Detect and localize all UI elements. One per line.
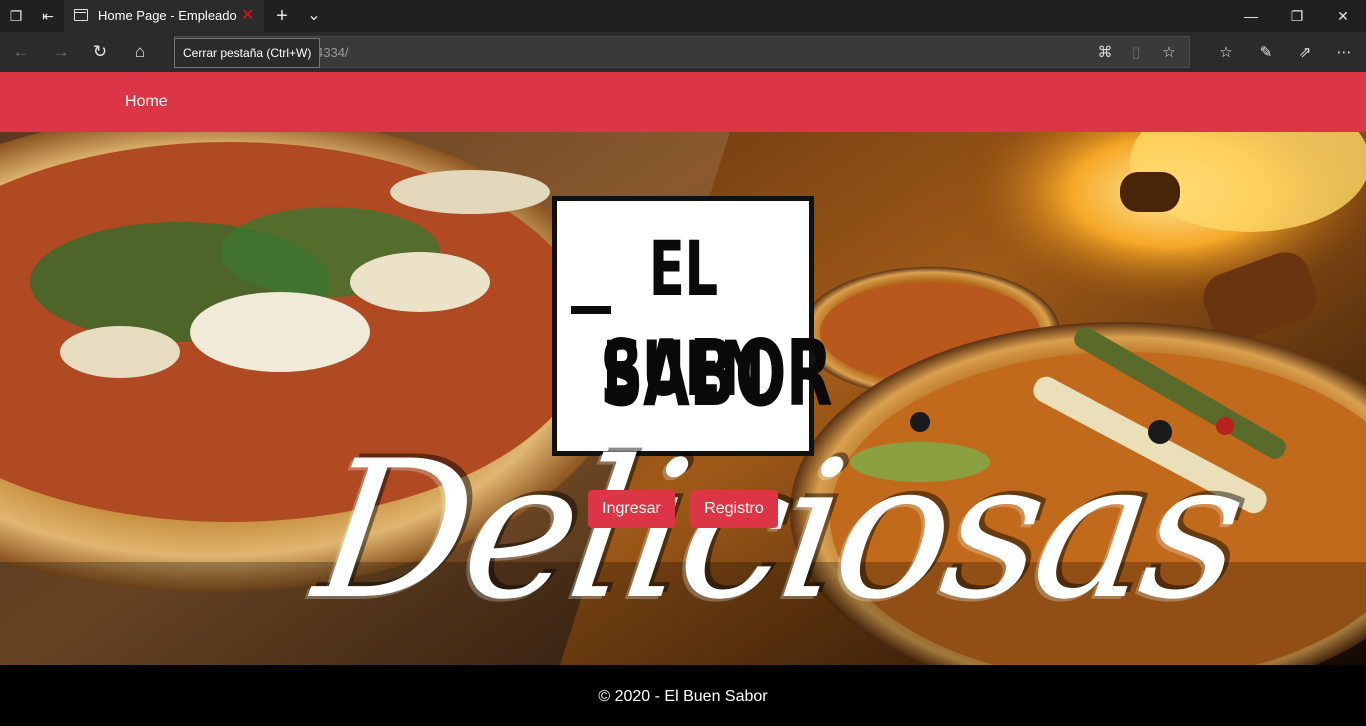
- browser-tab-bar: ❐ ⇤ Home Page - Empleado ✕ + ⌄ — ❐ ✕: [0, 0, 1366, 32]
- translate-icon[interactable]: ⌘: [1094, 42, 1116, 64]
- close-tab-tooltip: Cerrar pestaña (Ctrl+W): [174, 38, 321, 68]
- el-buen-sabor-logo: EL BUEN SABOR: [552, 196, 833, 456]
- url-text[interactable]: 4334/: [316, 45, 349, 60]
- window-close-icon[interactable]: ✕: [1320, 0, 1366, 32]
- nav-home-link[interactable]: Home: [125, 93, 168, 111]
- restore-icon[interactable]: ❐: [1274, 0, 1320, 32]
- browser-tab[interactable]: Home Page - Empleado ✕: [64, 0, 264, 32]
- set-aside-tabs-icon[interactable]: ⇤: [38, 6, 58, 26]
- tab-actions-icon[interactable]: ❐: [6, 6, 26, 26]
- more-icon[interactable]: ⋯: [1332, 41, 1356, 65]
- forward-arrow-icon[interactable]: →: [50, 41, 72, 63]
- refresh-icon[interactable]: ↻: [89, 41, 111, 63]
- star-icon[interactable]: ☆: [1158, 42, 1180, 64]
- footer-copyright: © 2020 - El Buen Sabor: [598, 688, 768, 705]
- tab-list-icon[interactable]: ⌄: [304, 6, 324, 26]
- deliciosas-script-text: Deliciosas: [304, 420, 1252, 641]
- logo-line-2: SABOR: [599, 320, 833, 427]
- registro-button[interactable]: Registro: [690, 490, 778, 528]
- page-icon: [74, 9, 88, 21]
- close-tab-icon[interactable]: ✕: [241, 5, 254, 25]
- share-icon[interactable]: ⇗: [1293, 41, 1317, 65]
- favorites-icon[interactable]: ☆: [1214, 41, 1238, 65]
- site-navbar: [0, 72, 1366, 132]
- home-icon[interactable]: ⌂: [129, 41, 151, 63]
- minimize-icon[interactable]: —: [1228, 0, 1274, 32]
- ingresar-button[interactable]: Ingresar: [588, 490, 675, 528]
- new-tab-icon[interactable]: +: [272, 6, 292, 26]
- tab-title: Home Page - Empleado: [98, 8, 237, 23]
- reading-view-icon: ▯: [1131, 44, 1141, 61]
- pen-icon[interactable]: ✎: [1254, 41, 1278, 65]
- back-arrow-icon[interactable]: ←: [10, 41, 32, 63]
- logo-underline: [571, 306, 611, 314]
